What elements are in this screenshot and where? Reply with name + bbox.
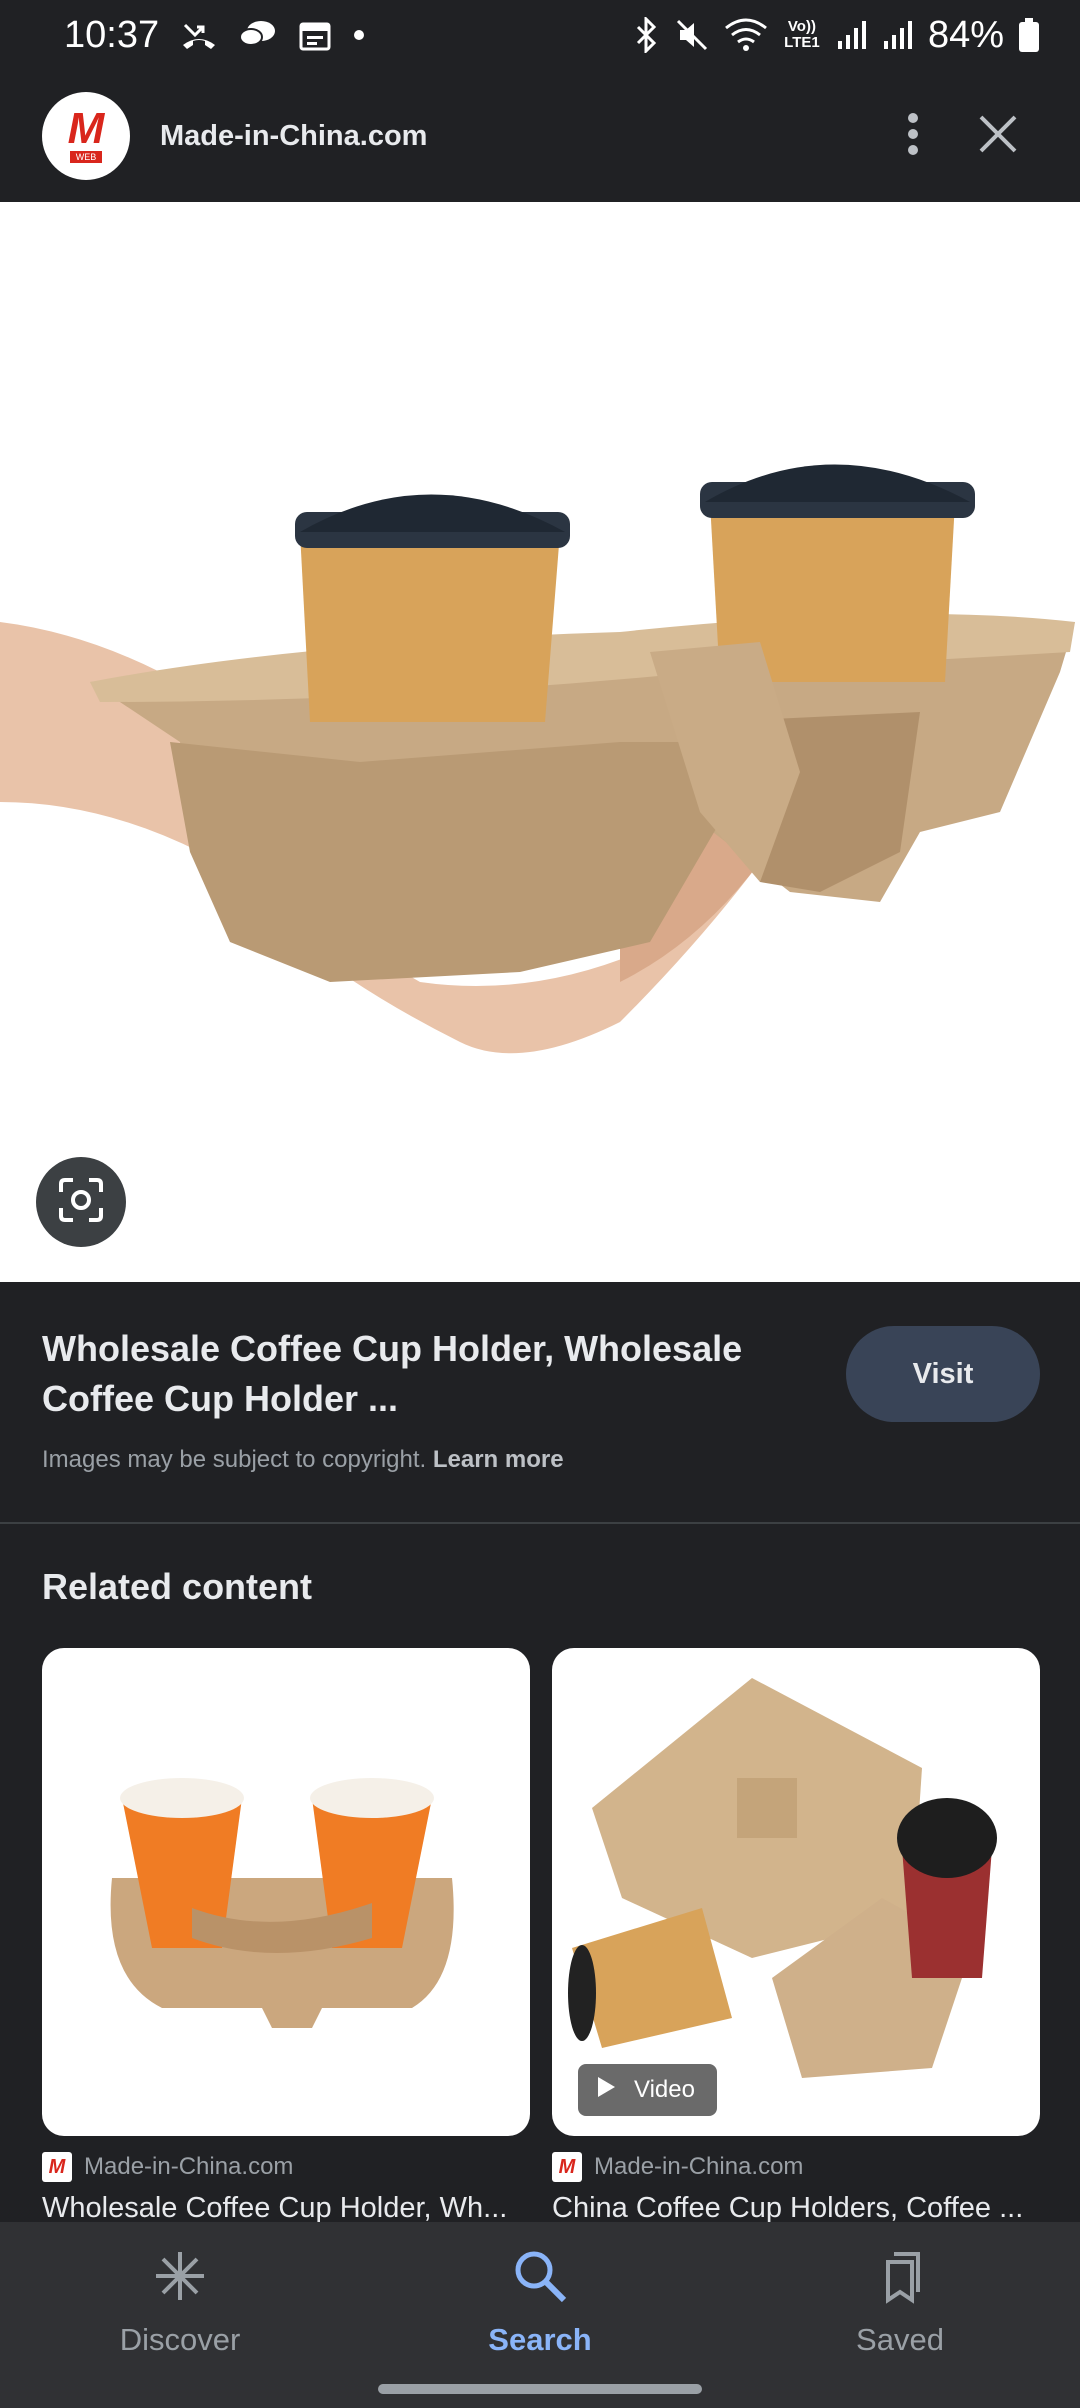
site-logo-letter: M	[67, 104, 105, 153]
chat-icon	[239, 19, 277, 51]
lens-button[interactable]	[36, 1157, 126, 1247]
source-name: Made-in-China.com	[594, 2153, 804, 2180]
nav-discover[interactable]: Discover	[0, 2222, 360, 2408]
image-title[interactable]: Wholesale Coffee Cup Holder, Wholesale C…	[42, 1324, 802, 1424]
screen: 10:37 Vo)) LTE1 84% M WEB Made-in-China.…	[0, 0, 1080, 2408]
battery-icon	[1018, 17, 1040, 53]
favicon-icon: M	[552, 2152, 582, 2182]
viewer-header: M WEB Made-in-China.com	[0, 70, 1080, 202]
calendar-icon	[299, 19, 331, 51]
bookmark-icon	[872, 2248, 928, 2312]
lens-icon	[57, 1176, 105, 1229]
related-card-2[interactable]: Video	[552, 1648, 1040, 2136]
favicon-icon: M	[42, 2152, 72, 2182]
signal-2-icon	[882, 19, 914, 51]
visit-button[interactable]: Visit	[846, 1326, 1040, 1422]
site-logo-sub: WEB	[69, 151, 103, 163]
lte-icon: Vo)) LTE1	[784, 18, 820, 51]
source-name: Made-in-China.com	[84, 2153, 294, 2180]
related-card-1[interactable]	[42, 1648, 530, 2136]
notification-dot-icon	[353, 29, 365, 41]
coffee-holder-illustration	[0, 464, 1075, 1054]
missed-call-icon	[181, 19, 217, 51]
bottom-nav: Discover Search Saved	[0, 2222, 1080, 2408]
copyright-text: Images may be subject to copyright.	[42, 1446, 427, 1473]
search-icon	[512, 2248, 568, 2312]
home-indicator[interactable]	[378, 2384, 702, 2394]
close-icon[interactable]	[978, 114, 1018, 159]
divider	[0, 1522, 1080, 1524]
nav-saved[interactable]: Saved	[720, 2222, 1080, 2408]
nav-label: Saved	[856, 2322, 944, 2357]
status-bar: 10:37 Vo)) LTE1 84%	[0, 0, 1080, 70]
wifi-icon	[724, 18, 768, 52]
nav-label: Discover	[119, 2322, 241, 2357]
signal-1-icon	[836, 19, 868, 51]
nav-label: Search	[488, 2322, 592, 2357]
status-time: 10:37	[64, 13, 160, 56]
related-title-2[interactable]: China Coffee Cup Holders, Coffee ...	[552, 2192, 1040, 2225]
copyright-notice: Images may be subject to copyright. Lear…	[42, 1446, 564, 1474]
asterisk-icon	[152, 2248, 208, 2312]
main-image[interactable]	[0, 202, 1080, 1282]
related-source-1: M Made-in-China.com	[42, 2152, 293, 2182]
image-info: Wholesale Coffee Cup Holder, Wholesale C…	[0, 1282, 1080, 1522]
related-title-1[interactable]: Wholesale Coffee Cup Holder, Wh...	[42, 2192, 530, 2225]
related-heading: Related content	[42, 1566, 313, 1607]
site-name[interactable]: Made-in-China.com	[160, 120, 427, 153]
play-icon	[596, 2076, 616, 2105]
related-image-1	[110, 1778, 454, 2028]
battery-percent: 84%	[927, 13, 1004, 56]
mute-icon	[674, 17, 710, 53]
site-logo[interactable]: M WEB	[42, 92, 130, 180]
learn-more-link[interactable]: Learn more	[433, 1446, 564, 1473]
more-options-icon[interactable]	[906, 112, 920, 161]
video-chip[interactable]: Video	[578, 2064, 717, 2116]
bluetooth-icon	[634, 17, 660, 53]
related-image-2	[568, 1678, 997, 2078]
nav-search[interactable]: Search	[360, 2222, 720, 2408]
related-source-2: M Made-in-China.com	[552, 2152, 803, 2182]
video-label: Video	[634, 2076, 695, 2103]
